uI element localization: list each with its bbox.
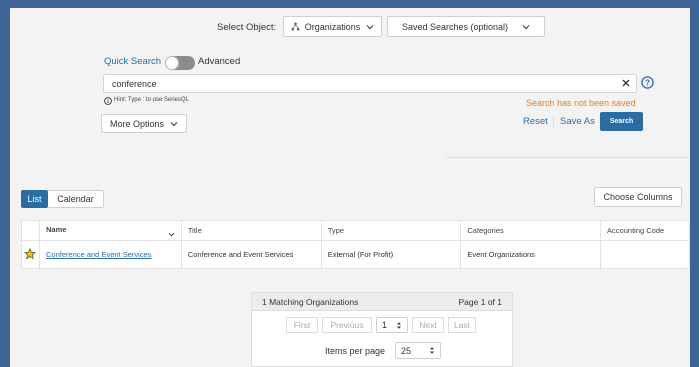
column-header-categories[interactable]: Categories xyxy=(460,220,602,241)
results-table: Name Title Type Categories Accounting Co… xyxy=(21,220,690,269)
row-title: Conference and Event Services xyxy=(180,240,322,269)
last-button[interactable]: Last xyxy=(448,317,476,333)
save-as-link[interactable]: Save As xyxy=(560,116,595,127)
chevron-down-icon xyxy=(168,232,175,237)
table-header-star xyxy=(21,220,40,241)
select-object-label: Select Object: xyxy=(217,22,277,33)
choose-columns-button[interactable]: Choose Columns xyxy=(594,187,682,207)
spinner-icon xyxy=(429,346,435,355)
tab-calendar[interactable]: Calendar xyxy=(48,190,104,208)
chevron-down-icon xyxy=(522,24,530,30)
search-hint: Hint: Type : to use SeriesQL xyxy=(114,97,189,103)
advanced-toggle[interactable] xyxy=(165,56,195,70)
table-row[interactable]: Conference and Event Services Conference… xyxy=(21,240,690,269)
matching-count: 1 Matching Organizations xyxy=(262,296,359,307)
reset-link[interactable]: Reset xyxy=(523,116,548,127)
spinner-icon xyxy=(396,321,402,330)
row-accounting-code xyxy=(600,240,690,269)
row-name-link[interactable]: Conference and Event Services xyxy=(38,240,182,269)
divider xyxy=(553,115,554,128)
pagination-panel: 1 Matching Organizations Page 1 of 1 Fir… xyxy=(251,292,513,367)
row-categories: Event Organizations xyxy=(460,240,602,269)
column-header-type[interactable]: Type xyxy=(320,220,462,241)
section-divider xyxy=(446,157,690,158)
saved-searches-select[interactable]: Saved Searches (optional) xyxy=(387,16,545,37)
info-icon xyxy=(104,97,112,105)
object-select-value: Organizations xyxy=(304,21,361,32)
favorite-cell[interactable] xyxy=(21,240,40,269)
column-header-name[interactable]: Name xyxy=(38,220,182,241)
object-select[interactable]: Organizations xyxy=(283,16,382,37)
search-input[interactable]: conference xyxy=(103,74,637,93)
quick-search-label[interactable]: Quick Search xyxy=(104,56,161,67)
page-select[interactable]: 1 xyxy=(376,317,408,333)
column-header-title[interactable]: Title xyxy=(180,220,322,241)
advanced-label: Advanced xyxy=(198,56,241,67)
page-info: Page 1 of 1 xyxy=(458,296,502,307)
svg-text:?: ? xyxy=(645,78,650,87)
table-header-row: Name Title Type Categories Accounting Co… xyxy=(21,220,690,241)
first-button[interactable]: First xyxy=(286,317,318,333)
close-icon[interactable] xyxy=(622,79,630,87)
column-header-accounting-code[interactable]: Accounting Code xyxy=(600,220,690,241)
previous-button[interactable]: Previous xyxy=(322,317,372,333)
next-button[interactable]: Next xyxy=(412,317,444,333)
chevron-down-icon xyxy=(170,121,178,127)
search-page: Select Object: Organizations Saved Searc… xyxy=(10,8,690,367)
more-options-button[interactable]: More Options xyxy=(101,114,187,133)
tab-list[interactable]: List xyxy=(21,190,48,208)
star-icon[interactable] xyxy=(24,247,36,260)
search-button[interactable]: Search xyxy=(600,112,643,131)
hierarchy-icon xyxy=(291,22,300,31)
help-circle-icon[interactable]: ? xyxy=(641,76,654,89)
row-type: External (For Profit) xyxy=(320,240,462,269)
chevron-down-icon xyxy=(366,24,374,30)
items-per-page-label: Items per page xyxy=(325,346,386,356)
saved-searches-value: Saved Searches (optional) xyxy=(401,21,509,32)
not-saved-message: Search has not been saved xyxy=(526,98,636,108)
items-per-page-select[interactable]: 25 xyxy=(395,342,441,359)
